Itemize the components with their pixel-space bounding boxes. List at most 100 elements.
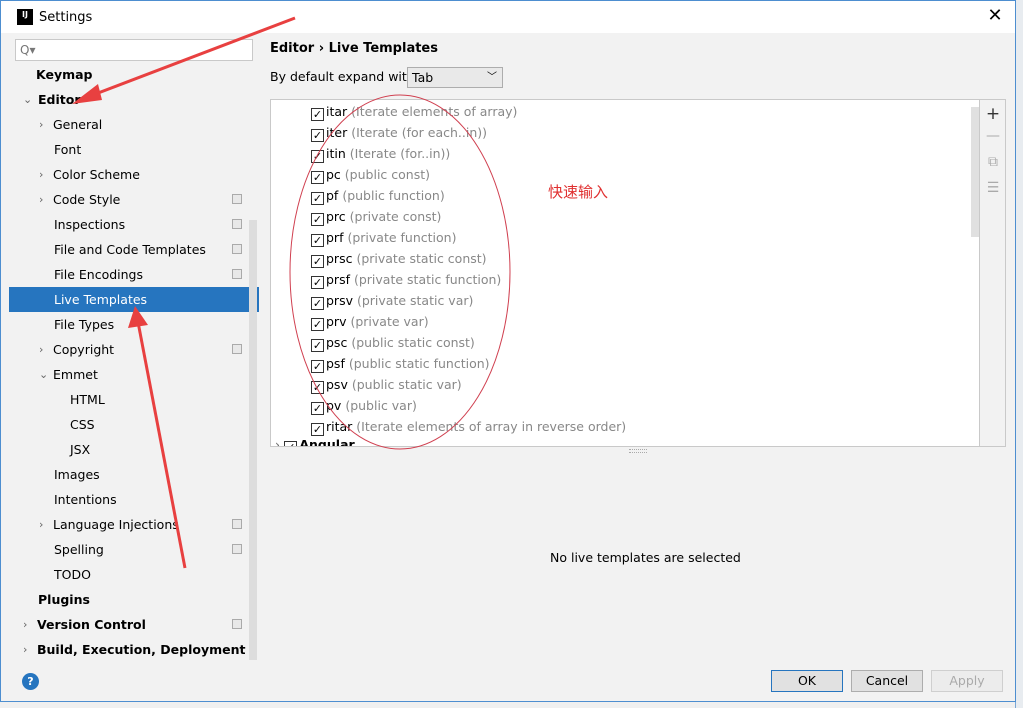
checkbox[interactable]: ✓ [311, 276, 324, 289]
sidebar-item-editor[interactable]: ⌄ Editor [9, 87, 259, 112]
tree-scrollbar[interactable] [971, 107, 979, 237]
checkbox[interactable]: ✓ [311, 255, 324, 268]
checkbox[interactable]: ✓ [311, 297, 324, 310]
template-row[interactable]: ✓ prsc (private static const) [311, 248, 487, 269]
sidebar-item-todo[interactable]: TODO [9, 562, 259, 587]
apply-button[interactable]: Apply [931, 670, 1003, 692]
template-row[interactable]: ✓ prv (private var) [311, 311, 429, 332]
sidebar-item-font[interactable]: Font [9, 137, 259, 162]
chevron-right-icon[interactable]: › [23, 637, 27, 662]
chevron-right-icon[interactable]: › [39, 162, 43, 187]
breadcrumb-parent[interactable]: Editor [270, 41, 314, 56]
cancel-button[interactable]: Cancel [851, 670, 923, 692]
chevron-right-icon[interactable]: › [39, 512, 43, 537]
sidebar-item-live-templates[interactable]: Live Templates [9, 287, 259, 312]
template-description: (Iterate elements of array in reverse or… [356, 419, 627, 434]
chevron-down-icon[interactable]: ⌄ [23, 87, 32, 112]
help-button[interactable]: ? [22, 673, 39, 690]
template-row[interactable]: ✓ prf (private function) [311, 227, 456, 248]
ok-button[interactable]: OK [771, 670, 843, 692]
close-button[interactable]: ✕ [983, 5, 1007, 26]
template-abbr: psc [326, 335, 348, 350]
checkbox[interactable]: ✓ [311, 171, 324, 184]
sidebar-item-color-scheme[interactable]: › Color Scheme [9, 162, 259, 187]
chevron-right-icon[interactable]: › [39, 337, 43, 362]
sidebar-item-file-encodings[interactable]: File Encodings [9, 262, 259, 287]
sidebar-item-build-execution-deployment[interactable]: › Build, Execution, Deployment [9, 637, 259, 662]
checkbox[interactable]: ✓ [311, 339, 324, 352]
chevron-down-icon[interactable]: ⌄ [39, 362, 48, 387]
template-row[interactable]: ✓ psv (public static var) [311, 374, 462, 395]
settings-sidebar: Q▾ Keymap ⌄ Editor › General Font › Color Schem… [9, 35, 259, 661]
template-description: (public const) [344, 167, 430, 182]
sidebar-item-plugins[interactable]: Plugins [9, 587, 259, 612]
sidebar-scrollbar[interactable] [249, 220, 257, 660]
sidebar-item-label: Language Injections [53, 517, 179, 532]
breadcrumb-current: Live Templates [328, 41, 438, 56]
sidebar-item-keymap[interactable]: Keymap [9, 62, 259, 87]
template-description: (public static function) [348, 356, 490, 371]
sidebar-item-file-and-code-templates[interactable]: File and Code Templates [9, 237, 259, 262]
template-row[interactable]: ✓ ritar (Iterate elements of array in rev… [311, 416, 626, 437]
sidebar-item-images[interactable]: Images [9, 462, 259, 487]
remove-icon[interactable]: — [985, 128, 1001, 144]
sidebar-item-file-types[interactable]: File Types [9, 312, 259, 337]
checkbox[interactable]: ✓ [311, 381, 324, 394]
chevron-right-icon: › [275, 437, 280, 447]
chevron-right-icon[interactable]: › [39, 112, 43, 137]
template-row[interactable]: ✓ prc (private const) [311, 206, 441, 227]
sidebar-item-version-control[interactable]: › Version Control [9, 612, 259, 637]
search-input[interactable]: Q▾ [15, 39, 253, 61]
template-row[interactable]: ✓ psc (public static const) [311, 332, 475, 353]
sidebar-item-copyright[interactable]: › Copyright [9, 337, 259, 362]
template-row[interactable]: ✓ pc (public const) [311, 164, 430, 185]
template-description: (private static var) [356, 293, 474, 308]
templates-tree: ✓ itar (Iterate elements of array) ✓ iter (… [270, 99, 980, 447]
add-icon[interactable]: + [985, 104, 1001, 124]
sidebar-item-label: Spelling [54, 542, 104, 557]
checkbox[interactable]: ✓ [311, 318, 324, 331]
chevron-right-icon[interactable]: › [39, 187, 43, 212]
template-row[interactable]: ✓ itin (Iterate (for..in)) [311, 143, 450, 164]
splitter-handle[interactable] [629, 449, 647, 453]
template-row[interactable]: ✓ iter (Iterate (for each..in)) [311, 122, 487, 143]
sidebar-item-spelling[interactable]: Spelling [9, 537, 259, 562]
template-row[interactable]: ✓ prsf (private static function) [311, 269, 501, 290]
checkbox[interactable]: ✓ [311, 192, 324, 205]
sidebar-item-css[interactable]: CSS [9, 412, 259, 437]
group-angular[interactable]: › ✓Angular [275, 434, 355, 447]
sidebar-item-html[interactable]: HTML [9, 387, 259, 412]
sidebar-item-jsx[interactable]: JSX [9, 437, 259, 462]
checkbox[interactable]: ✓ [311, 129, 324, 142]
template-row[interactable]: ✓ psf (public static function) [311, 353, 490, 374]
template-row[interactable]: ✓ itar (Iterate elements of array) [311, 101, 517, 122]
checkbox[interactable]: ✓ [311, 234, 324, 247]
expand-select[interactable]: Tab ﹀ [407, 67, 503, 88]
template-row[interactable]: ✓ pf (public function) [311, 185, 445, 206]
sidebar-item-language-injections[interactable]: › Language Injections [9, 512, 259, 537]
sidebar-item-label: Editor [38, 92, 81, 107]
checkbox[interactable]: ✓ [311, 360, 324, 373]
template-row[interactable]: ✓ prsv (private static var) [311, 290, 473, 311]
group-label: Angular [299, 437, 355, 447]
window-title: Settings [39, 9, 93, 25]
template-abbr: prc [326, 209, 346, 224]
sidebar-item-label: Live Templates [54, 292, 148, 307]
sidebar-item-general[interactable]: › General [9, 112, 259, 137]
list-icon[interactable]: ☰ [985, 180, 1001, 196]
checkbox[interactable]: ✓ [311, 150, 324, 163]
sidebar-item-label: Plugins [38, 592, 90, 607]
sidebar-item-intentions[interactable]: Intentions [9, 487, 259, 512]
sidebar-item-code-style[interactable]: › Code Style [9, 187, 259, 212]
checkbox[interactable]: ✓ [311, 402, 324, 415]
sidebar-item-label: JSX [70, 442, 91, 457]
template-abbr: pc [326, 167, 341, 182]
chevron-right-icon[interactable]: › [23, 612, 27, 637]
template-row[interactable]: ✓ pv (public var) [311, 395, 417, 416]
checkbox[interactable]: ✓ [284, 441, 298, 446]
checkbox[interactable]: ✓ [311, 213, 324, 226]
sidebar-item-emmet[interactable]: ⌄ Emmet [9, 362, 259, 387]
copy-icon[interactable]: ⧉ [985, 154, 1001, 170]
checkbox[interactable]: ✓ [311, 108, 324, 121]
sidebar-item-inspections[interactable]: Inspections [9, 212, 259, 237]
